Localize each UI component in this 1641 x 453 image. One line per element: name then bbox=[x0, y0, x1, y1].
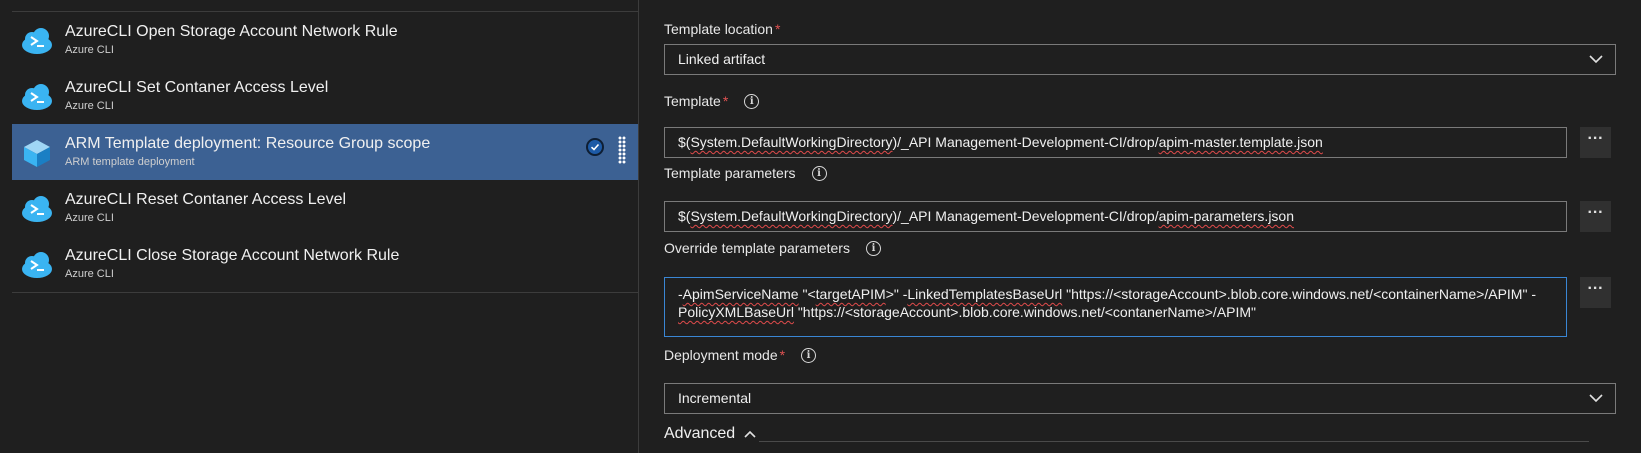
text-part: "https://<storageAccount>.blob.core.wind… bbox=[1062, 286, 1536, 302]
section-divider bbox=[759, 441, 1589, 442]
path-part: System.DefaultWorkingDirectory bbox=[690, 134, 893, 150]
chevron-down-icon bbox=[1589, 394, 1603, 403]
advanced-label: Advanced bbox=[664, 425, 736, 442]
task-name: AzureCLI Set Contaner Access Level bbox=[65, 79, 329, 96]
template-location-label: Template location * bbox=[664, 21, 780, 37]
task-subtitle: Azure CLI bbox=[65, 212, 114, 224]
task-subtitle: ARM template deployment bbox=[65, 156, 195, 168]
template-path-input[interactable]: $(System.DefaultWorkingDirectory)/_API M… bbox=[664, 127, 1567, 158]
task-name: AzureCLI Close Storage Account Network R… bbox=[65, 247, 400, 264]
label-text: Template parameters bbox=[664, 165, 796, 181]
text-part: PolicyXMLBaseUrl bbox=[678, 304, 794, 320]
label-text: Template bbox=[664, 93, 721, 109]
path-part: apim-master.template.json bbox=[1158, 134, 1323, 150]
template-browse-button[interactable]: ··· bbox=[1580, 127, 1611, 158]
task-item-reset-access-level[interactable]: AzureCLI Reset Contaner Access Level Azu… bbox=[12, 180, 638, 236]
select-value: Incremental bbox=[678, 390, 752, 406]
label-text: Template location bbox=[664, 21, 773, 37]
task-list-pane: AzureCLI Open Storage Account Network Ru… bbox=[0, 0, 639, 453]
deployment-mode-label: Deployment mode * i bbox=[664, 347, 817, 364]
task-item-open-network-rule[interactable]: AzureCLI Open Storage Account Network Ru… bbox=[12, 12, 638, 68]
template-location-select[interactable]: Linked artifact bbox=[664, 44, 1616, 75]
task-name: AzureCLI Open Storage Account Network Ru… bbox=[65, 23, 398, 40]
task-list: AzureCLI Open Storage Account Network Ru… bbox=[12, 11, 638, 293]
label-text: Deployment mode bbox=[664, 347, 778, 363]
template-parameters-label: Template parameters i bbox=[664, 165, 827, 182]
text-part: targetAPIM bbox=[815, 286, 886, 302]
path-part: $( bbox=[678, 134, 691, 150]
required-marker: * bbox=[774, 21, 781, 37]
override-parameters-edit-button[interactable]: ··· bbox=[1580, 277, 1611, 308]
azure-cli-icon bbox=[22, 252, 52, 278]
task-name: ARM Template deployment: Resource Group … bbox=[65, 135, 431, 152]
arm-cube-icon bbox=[24, 140, 50, 167]
check-circle-icon bbox=[586, 138, 604, 156]
path-part: )/_API Management-Development-CI/drop/ bbox=[892, 134, 1159, 150]
info-icon[interactable]: i bbox=[811, 165, 827, 181]
select-value: Linked artifact bbox=[678, 51, 766, 67]
path-part: )/_API Management-Development-CI/drop/ bbox=[892, 208, 1159, 224]
path-part: apim-parameters.json bbox=[1158, 208, 1294, 224]
text-part: "https://<storageAccount>.blob.core.wind… bbox=[793, 304, 1257, 320]
task-subtitle: Azure CLI bbox=[65, 268, 114, 280]
task-subtitle: Azure CLI bbox=[65, 44, 114, 56]
override-parameters-label: Override template parameters i bbox=[664, 240, 881, 257]
override-parameters-textarea[interactable]: -ApimServiceName "<targetAPIM>" -LinkedT… bbox=[664, 277, 1567, 337]
template-parameters-browse-button[interactable]: ··· bbox=[1580, 201, 1611, 232]
advanced-section-toggle[interactable]: Advanced bbox=[664, 425, 756, 443]
text-part: "< bbox=[798, 286, 816, 302]
drag-handle[interactable] bbox=[618, 136, 626, 164]
text-part: ApimServiceName bbox=[682, 286, 799, 302]
chevron-up-icon bbox=[744, 430, 756, 438]
azure-cli-icon bbox=[22, 196, 52, 222]
task-subtitle: Azure CLI bbox=[65, 100, 114, 112]
task-item-set-access-level[interactable]: AzureCLI Set Contaner Access Level Azure… bbox=[12, 68, 638, 124]
task-item-arm-deployment[interactable]: ARM Template deployment: Resource Group … bbox=[12, 124, 638, 180]
info-icon[interactable]: i bbox=[801, 347, 817, 363]
label-text: Override template parameters bbox=[664, 240, 850, 256]
azure-cli-icon bbox=[22, 28, 52, 54]
path-part: System.DefaultWorkingDirectory bbox=[690, 208, 893, 224]
deployment-mode-select[interactable]: Incremental bbox=[664, 383, 1616, 414]
info-icon[interactable]: i bbox=[744, 93, 760, 109]
task-settings-form: Template location * Linked artifact Templ… bbox=[639, 0, 1641, 453]
task-name: AzureCLI Reset Contaner Access Level bbox=[65, 191, 347, 208]
path-part: $( bbox=[678, 208, 691, 224]
template-label: Template * i bbox=[664, 93, 760, 110]
info-icon[interactable]: i bbox=[865, 240, 881, 256]
task-item-close-network-rule[interactable]: AzureCLI Close Storage Account Network R… bbox=[12, 236, 638, 292]
required-marker: * bbox=[722, 93, 729, 109]
azure-cli-icon bbox=[22, 84, 52, 110]
required-marker: * bbox=[779, 347, 786, 363]
template-parameters-input[interactable]: $(System.DefaultWorkingDirectory)/_API M… bbox=[664, 201, 1567, 232]
chevron-down-icon bbox=[1589, 55, 1603, 64]
text-part: >" - bbox=[885, 286, 908, 302]
text-part: LinkedTemplatesBaseUrl bbox=[907, 286, 1063, 302]
